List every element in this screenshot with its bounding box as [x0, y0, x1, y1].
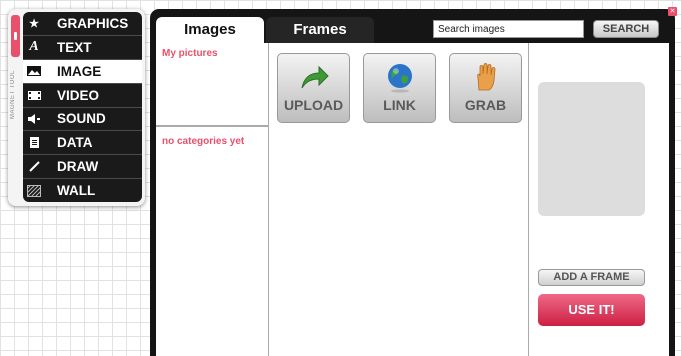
tool-list: ★ GRAPHICS A TEXT IMAGE VIDEO SOUND DATA… [23, 12, 142, 202]
tool-label: SOUND [57, 111, 106, 127]
hand-icon [476, 63, 495, 91]
panel-content: My pictures no categories yet UPLOAD LIN… [156, 43, 669, 356]
image-panel: ✕ Images Frames SEARCH My pictures no ca… [150, 7, 677, 356]
wall-pattern-icon [23, 179, 45, 202]
my-pictures-link[interactable]: My pictures [162, 48, 262, 59]
tab-images[interactable]: Images [156, 17, 264, 43]
add-frame-button[interactable]: ADD A FRAME [538, 269, 645, 286]
my-pictures-section: My pictures [156, 43, 268, 127]
palette-label: MAGNET TOOL [10, 70, 16, 120]
tool-image[interactable]: IMAGE [23, 59, 142, 84]
globe-icon [387, 64, 412, 93]
link-label: LINK [383, 97, 416, 113]
star-icon: ★ [29, 17, 39, 30]
preview-column: ADD A FRAME USE IT! [529, 43, 669, 356]
tool-label: DATA [57, 135, 93, 151]
tool-video[interactable]: VIDEO [23, 84, 142, 108]
image-preview [538, 82, 645, 216]
no-categories-text: no categories yet [162, 136, 245, 147]
tool-data[interactable]: DATA [23, 131, 142, 156]
upload-button[interactable]: UPLOAD [277, 53, 350, 123]
tool-label: DRAW [57, 159, 99, 175]
upload-label: UPLOAD [283, 97, 344, 113]
speaker-icon [23, 108, 45, 131]
categories-column: My pictures no categories yet [156, 43, 269, 356]
search-button[interactable]: SEARCH [593, 20, 659, 38]
tool-label: WALL [57, 183, 96, 199]
image-icon [23, 60, 45, 83]
tool-sound[interactable]: SOUND [23, 108, 142, 132]
actions-column: UPLOAD LINK GRAB [269, 43, 529, 356]
tool-label: VIDEO [57, 87, 100, 103]
tool-palette: MAGNET TOOL ★ GRAPHICS A TEXT IMAGE VIDE… [8, 9, 145, 206]
tool-label: GRAPHICS [57, 15, 129, 31]
document-icon [23, 131, 45, 154]
link-button[interactable]: LINK [363, 53, 436, 123]
categories-section: no categories yet [156, 127, 268, 156]
tool-text[interactable]: A TEXT [23, 36, 142, 60]
palette-drag-handle[interactable] [11, 15, 20, 57]
tool-label: IMAGE [57, 63, 102, 79]
tool-label: TEXT [57, 39, 92, 55]
tool-wall[interactable]: WALL [23, 179, 142, 202]
use-it-button[interactable]: USE IT! [538, 294, 645, 326]
pencil-icon [23, 155, 45, 178]
tab-frames[interactable]: Frames [266, 17, 374, 43]
upload-arrow-icon [301, 65, 329, 89]
grab-button[interactable]: GRAB [449, 53, 522, 123]
tool-draw[interactable]: DRAW [23, 155, 142, 180]
close-icon[interactable]: ✕ [668, 7, 677, 16]
search-input[interactable] [433, 20, 584, 38]
text-a-icon: A [29, 39, 39, 55]
video-icon [23, 84, 45, 107]
grab-label: GRAB [464, 97, 507, 113]
tool-graphics[interactable]: ★ GRAPHICS [23, 12, 142, 36]
